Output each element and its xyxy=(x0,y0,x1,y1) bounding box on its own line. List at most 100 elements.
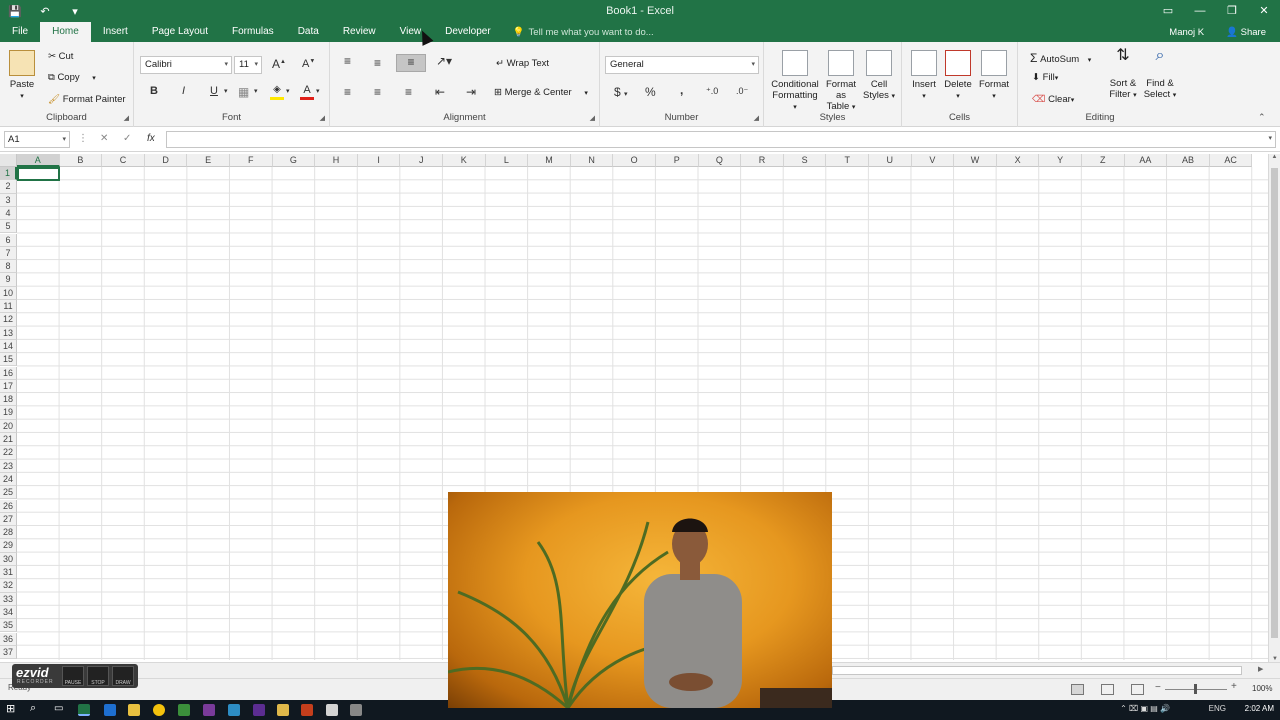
app-taskbar-icon[interactable] xyxy=(350,704,362,716)
decrease-decimal-icon[interactable]: .0⁻ xyxy=(736,86,748,97)
row-header[interactable]: 34 xyxy=(0,605,17,620)
column-header[interactable]: AA xyxy=(1124,154,1168,167)
row-header[interactable]: 5 xyxy=(0,220,17,234)
font-color-icon[interactable]: A xyxy=(300,84,314,100)
font-size-select[interactable]: 11 ▾ xyxy=(234,56,262,74)
chevron-down-icon[interactable]: ▾ xyxy=(224,87,228,95)
app-taskbar-icon[interactable] xyxy=(178,704,190,716)
row-header[interactable]: 1 xyxy=(0,167,17,181)
tray-icons[interactable]: ⌃ ⌧ ▣ ▤ 🔊 xyxy=(1120,704,1170,713)
app-taskbar-icon[interactable] xyxy=(253,704,265,716)
row-header[interactable]: 33 xyxy=(0,592,17,606)
increase-font-icon[interactable]: A▲ xyxy=(272,57,286,71)
tab-formulas[interactable]: Formulas xyxy=(220,22,286,42)
tab-developer[interactable]: Developer xyxy=(433,22,503,42)
column-header[interactable]: G xyxy=(272,154,316,167)
row-header[interactable]: 4 xyxy=(0,206,17,221)
dialog-launcher-icon[interactable]: ◢ xyxy=(320,114,325,122)
insert-cells-button[interactable]: Insert ▾ xyxy=(908,50,940,102)
decrease-indent-icon[interactable]: ⇤ xyxy=(435,85,445,99)
scrollbar-thumb[interactable] xyxy=(1271,168,1278,638)
increase-decimal-icon[interactable]: ⁺.0 xyxy=(706,86,718,97)
conditional-formatting-button[interactable]: Conditional Formatting ▾ xyxy=(770,50,820,113)
page-break-view-icon[interactable] xyxy=(1131,684,1144,695)
column-header[interactable]: H xyxy=(315,154,358,167)
search-icon[interactable]: ⌕ xyxy=(30,702,36,715)
row-header[interactable]: 21 xyxy=(0,433,17,447)
bold-button[interactable]: B xyxy=(150,85,158,97)
row-header[interactable]: 31 xyxy=(0,566,17,580)
formula-input[interactable]: ▾ xyxy=(166,131,1276,148)
windows-start-icon[interactable]: ⊞ xyxy=(6,702,15,715)
column-header[interactable]: X xyxy=(996,154,1040,167)
tab-insert[interactable]: Insert xyxy=(91,22,140,42)
close-icon[interactable]: ✕ xyxy=(1248,0,1280,22)
row-header[interactable]: 15 xyxy=(0,353,17,367)
undo-icon[interactable]: ↶ xyxy=(30,5,60,18)
row-header[interactable]: 30 xyxy=(0,552,17,566)
minimize-icon[interactable]: — xyxy=(1184,0,1216,22)
chevron-down-icon[interactable]: ▾ xyxy=(316,87,320,95)
align-middle-icon[interactable]: ≡ xyxy=(374,56,381,70)
decrease-font-icon[interactable]: A▼ xyxy=(302,58,315,70)
cancel-icon[interactable]: ✕ xyxy=(100,133,108,144)
dialog-launcher-icon[interactable]: ◢ xyxy=(754,114,759,122)
tab-review[interactable]: Review xyxy=(331,22,388,42)
collapse-ribbon-icon[interactable]: ⌃ xyxy=(1258,112,1266,123)
name-box[interactable]: A1 ▾ xyxy=(4,131,70,148)
zoom-level[interactable]: 100% xyxy=(1252,684,1272,693)
row-header[interactable]: 35 xyxy=(0,619,17,633)
column-header[interactable]: E xyxy=(187,154,230,167)
row-header[interactable]: 37 xyxy=(0,645,17,660)
column-header[interactable]: C xyxy=(102,154,145,167)
customize-icon[interactable]: ▾ xyxy=(60,5,90,18)
percent-button[interactable]: % xyxy=(645,85,656,99)
orientation-icon[interactable]: ↗▾ xyxy=(436,54,452,68)
restore-icon[interactable]: ❐ xyxy=(1216,0,1248,22)
align-left-icon[interactable]: ≡ xyxy=(344,85,351,99)
paste-button[interactable]: Paste ▾ xyxy=(6,50,38,102)
row-header[interactable]: 10 xyxy=(0,286,17,300)
clock[interactable]: 2:02 AM xyxy=(1245,704,1274,713)
zoom-out-icon[interactable]: − xyxy=(1155,682,1161,693)
increase-indent-icon[interactable]: ⇥ xyxy=(466,85,476,99)
chevron-down-icon[interactable]: ▾ xyxy=(286,87,290,95)
row-header[interactable]: 19 xyxy=(0,406,17,420)
row-header[interactable]: 18 xyxy=(0,393,17,407)
chrome-taskbar-icon[interactable] xyxy=(153,704,165,716)
active-cell[interactable] xyxy=(17,167,60,181)
row-header[interactable]: 29 xyxy=(0,539,17,553)
enter-icon[interactable]: ✓ xyxy=(123,133,131,144)
format-painter-button[interactable]: 🖌 Format Painter xyxy=(48,94,126,105)
column-header[interactable]: I xyxy=(357,154,401,167)
align-center-icon[interactable]: ≡ xyxy=(374,85,381,99)
save-icon[interactable]: 💾 xyxy=(0,5,30,18)
row-header[interactable]: 2 xyxy=(0,180,17,194)
italic-button[interactable]: I xyxy=(182,85,185,97)
powerpoint-taskbar-icon[interactable] xyxy=(301,704,313,716)
share-button[interactable]: 👤 Share xyxy=(1226,27,1266,38)
font-family-select[interactable]: Calibri ▾ xyxy=(140,56,232,74)
align-right-icon[interactable]: ≡ xyxy=(405,85,412,99)
fill-button[interactable]: ⬇ Fill▾ xyxy=(1032,72,1058,83)
vertical-scrollbar[interactable]: ▲ ▼ xyxy=(1268,154,1280,662)
row-header[interactable]: 7 xyxy=(0,246,17,261)
app-taskbar-icon[interactable] xyxy=(326,704,338,716)
borders-icon[interactable]: ▦ xyxy=(238,85,249,99)
find-select-button[interactable]: ⌕ Find & Select ▾ xyxy=(1142,48,1178,101)
app-taskbar-icon[interactable] xyxy=(203,704,215,716)
comma-button[interactable]: , xyxy=(680,83,683,97)
column-header[interactable]: P xyxy=(656,154,699,167)
column-header[interactable]: Y xyxy=(1039,154,1082,167)
normal-view-icon[interactable] xyxy=(1071,684,1084,695)
column-header[interactable]: Q xyxy=(698,154,742,167)
scroll-right-icon[interactable]: ▶ xyxy=(1258,665,1263,673)
cell-styles-button[interactable]: Cell Styles ▾ xyxy=(862,50,896,102)
cut-button[interactable]: ✂ Cut xyxy=(48,51,73,62)
app-taskbar-icon[interactable] xyxy=(228,704,240,716)
excel-taskbar-icon[interactable] xyxy=(78,704,90,716)
column-header[interactable]: S xyxy=(783,154,827,167)
wrap-text-button[interactable]: ↵ Wrap Text xyxy=(496,58,549,69)
row-header[interactable]: 6 xyxy=(0,233,17,247)
tab-home[interactable]: Home xyxy=(40,22,91,42)
